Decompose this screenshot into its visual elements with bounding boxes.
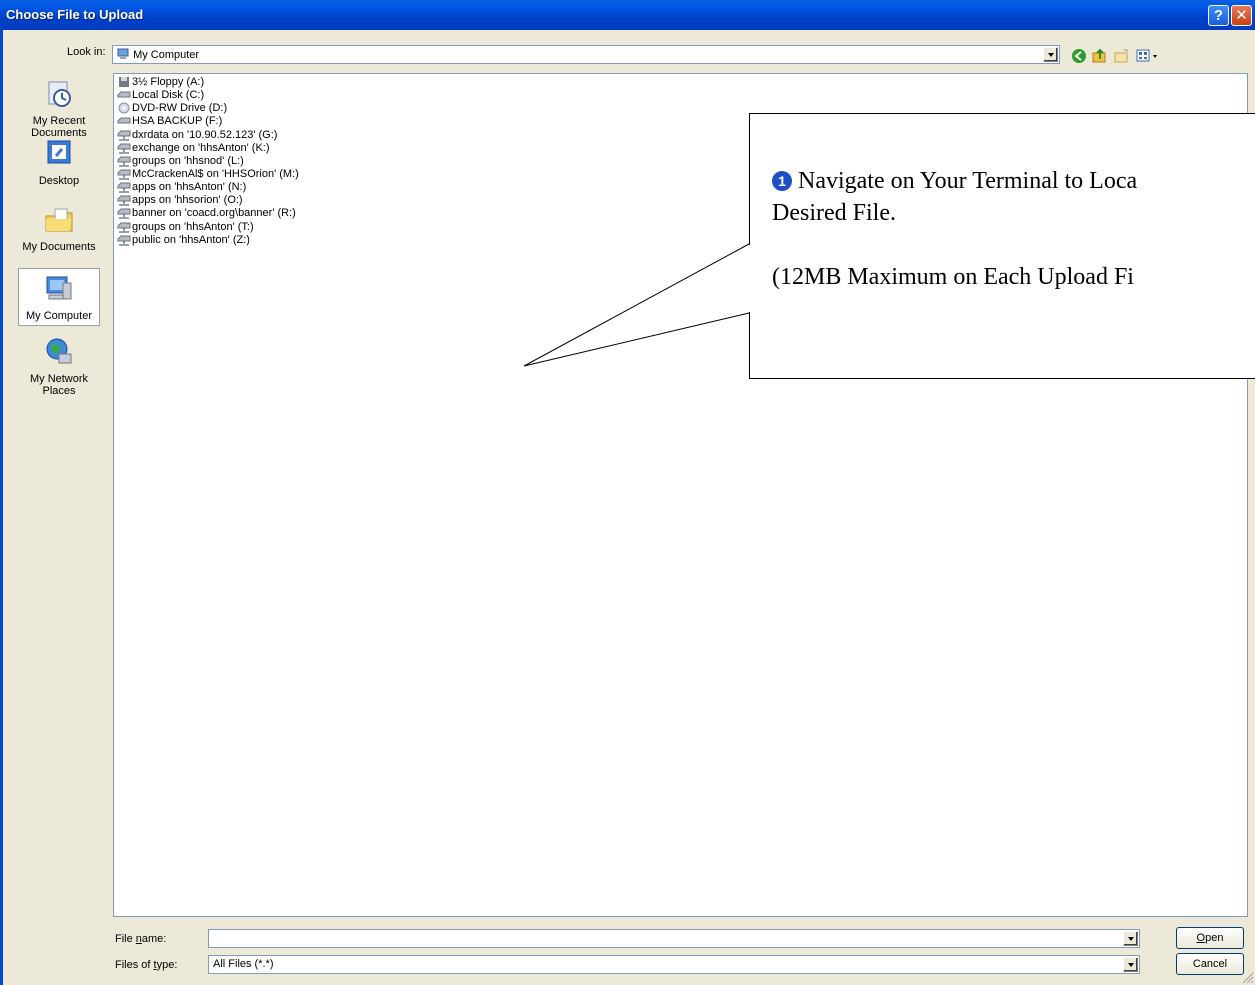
callout-box: 1 Navigate on Your Terminal to Loca Desir… (749, 113, 1255, 379)
callout-line-2: Desired File. (772, 200, 896, 226)
callout-line-1: Navigate on Your Terminal to Loca (798, 168, 1138, 194)
callout-line-3: (12MB Maximum on Each Upload Fi (772, 264, 1134, 290)
step-number-badge: 1 (772, 171, 792, 191)
